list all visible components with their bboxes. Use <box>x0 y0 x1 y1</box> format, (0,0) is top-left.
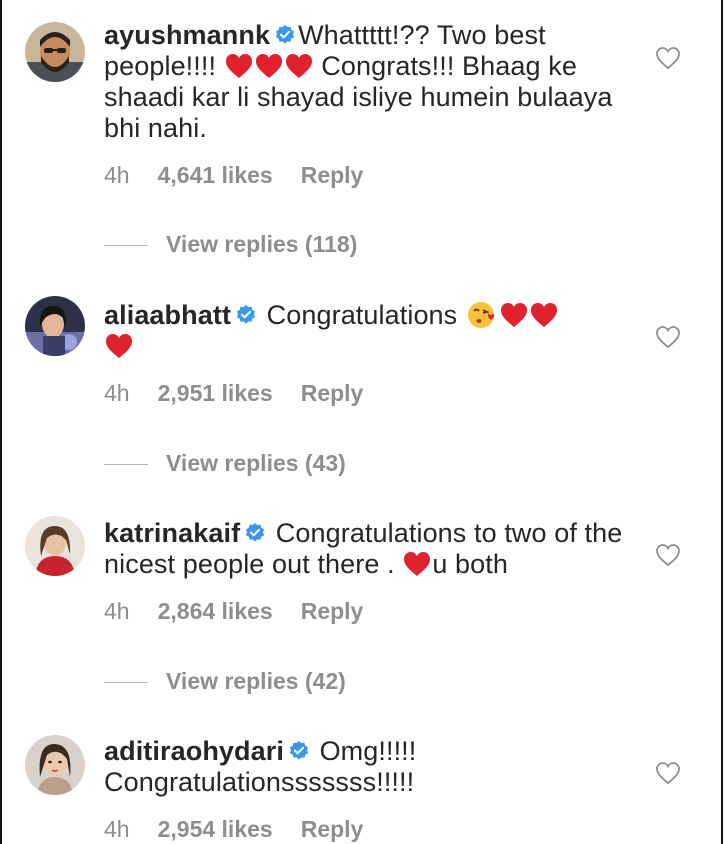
likes-count[interactable]: 2,954 likes <box>158 816 273 842</box>
comment-text: Congratulationsssssss!!!!! <box>104 767 415 797</box>
avatar-woman-portrait-icon <box>25 735 85 795</box>
replies-divider <box>104 245 148 247</box>
heart-emoji-icon <box>106 334 132 358</box>
like-heart-outline-icon[interactable] <box>655 543 681 567</box>
comment-time: 4h <box>104 162 130 188</box>
avatar-katrinakaif[interactable] <box>25 516 85 576</box>
username[interactable]: katrinakaif <box>104 518 240 548</box>
avatar-woman-dark-icon <box>25 296 85 356</box>
comment-meta: 4h 2,954 likes Reply <box>104 816 391 843</box>
heart-emoji-icon <box>225 54 252 78</box>
like-heart-outline-icon[interactable] <box>655 761 681 785</box>
comment-meta: 4h 2,864 likes Reply <box>104 598 391 625</box>
heart-emoji-icon <box>404 552 431 576</box>
username[interactable]: ayushmannk <box>104 20 270 50</box>
view-replies-button[interactable]: View replies (118) <box>104 231 357 258</box>
likes-count[interactable]: 2,864 likes <box>158 598 273 624</box>
avatar-bearded-man-icon <box>25 22 85 82</box>
heart-emoji-icon <box>500 303 527 327</box>
like-heart-outline-icon[interactable] <box>655 325 681 349</box>
verified-badge-icon <box>236 304 256 324</box>
view-replies-label: View replies (43) <box>166 450 346 476</box>
username[interactable]: aditiraohydari <box>104 736 284 766</box>
heart-emoji-icon <box>285 54 312 78</box>
likes-count[interactable]: 4,641 likes <box>158 162 273 188</box>
comment-time: 4h <box>104 816 130 842</box>
comment-time: 4h <box>104 598 130 624</box>
reply-button[interactable]: Reply <box>301 162 364 188</box>
avatar-aliaabhatt[interactable] <box>25 296 85 356</box>
kiss-emoji-icon <box>467 302 495 328</box>
comment-meta: 4h 4,641 likes Reply <box>104 162 391 189</box>
replies-divider <box>104 464 148 466</box>
avatar-woman-red-icon <box>25 516 85 576</box>
comment-time: 4h <box>104 380 130 406</box>
view-replies-button[interactable]: View replies (42) <box>104 668 346 695</box>
verified-badge-icon <box>246 522 265 542</box>
comment-text: Omg!!!!! <box>319 736 417 766</box>
reply-button[interactable]: Reply <box>301 816 364 842</box>
avatar-ayushmannk[interactable] <box>25 22 85 82</box>
view-replies-label: View replies (118) <box>166 231 358 257</box>
like-heart-outline-icon[interactable] <box>655 46 681 70</box>
heart-emoji-icon <box>530 303 557 327</box>
view-replies-label: View replies (42) <box>166 668 346 694</box>
avatar-aditiraohydari[interactable] <box>25 735 85 795</box>
verified-badge-icon <box>289 740 309 760</box>
username[interactable]: aliaabhatt <box>104 300 231 330</box>
comment-text-after: u both <box>432 549 508 579</box>
reply-button[interactable]: Reply <box>301 380 364 406</box>
reply-button[interactable]: Reply <box>301 598 364 624</box>
likes-count[interactable]: 2,951 likes <box>158 380 273 406</box>
comment-text: Congratulations <box>266 300 458 330</box>
verified-badge-icon <box>275 24 295 44</box>
replies-divider <box>104 682 148 684</box>
view-replies-button[interactable]: View replies (43) <box>104 450 346 477</box>
heart-emoji-icon <box>255 54 282 78</box>
comment-meta: 4h 2,951 likes Reply <box>104 380 391 407</box>
